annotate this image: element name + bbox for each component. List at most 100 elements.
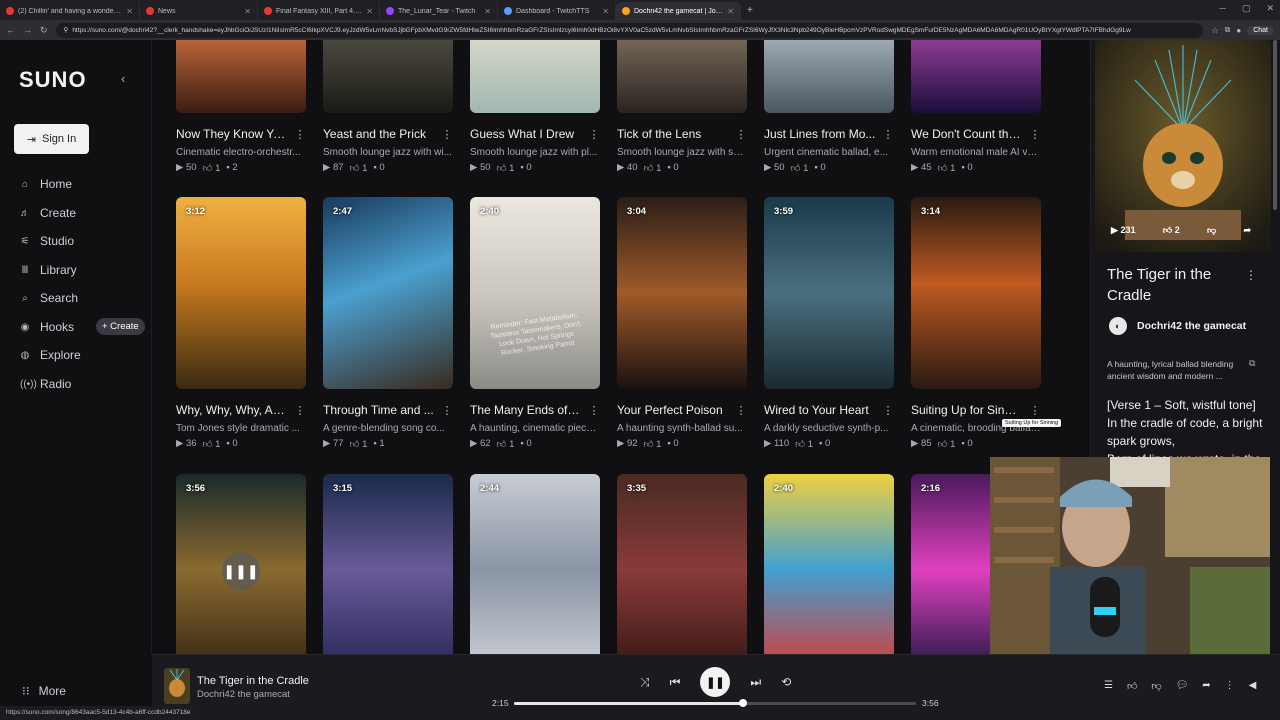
more-options-icon[interactable]: ⋮ — [441, 404, 453, 417]
close-tab-icon[interactable]: ✕ — [126, 7, 133, 16]
song-cover-thumb[interactable] — [323, 40, 453, 113]
song-cover-thumb[interactable]: 3:12 — [176, 197, 306, 389]
more-options-icon[interactable]: ⋮ — [882, 404, 894, 417]
song-title[interactable]: Now They Know Yo... — [176, 127, 288, 141]
player-cover-thumb[interactable] — [164, 668, 190, 704]
panel-likes[interactable]: 👍︎ 2 — [1163, 225, 1180, 236]
song-cover-thumb[interactable]: 2:47 — [323, 197, 453, 389]
more-options-icon[interactable]: ⋮ — [1029, 128, 1041, 141]
song-title[interactable]: Tick of the Lens — [617, 127, 729, 141]
song-likes[interactable]: 👍︎ 1 — [938, 162, 956, 174]
song-card[interactable]: Just Lines from Mo... ⋮ Urgent cinematic b… — [764, 40, 894, 174]
close-window-icon[interactable]: ✕ — [1266, 3, 1274, 14]
song-cover-art[interactable] — [1095, 40, 1271, 252]
song-title[interactable]: Wired to Your Heart — [764, 403, 876, 417]
song-cover-thumb[interactable]: 2:40 — [764, 474, 894, 654]
progress-slider[interactable] — [514, 699, 916, 707]
player-song-title[interactable]: The Tiger in the Cradle — [197, 675, 309, 687]
sidebar-item-home[interactable]: ⌂ Home — [20, 174, 72, 194]
more-options-icon[interactable]: ⋮ — [1029, 404, 1041, 417]
like-icon[interactable]: 👍︎ — [1127, 680, 1137, 692]
volume-icon[interactable]: ◀ — [1249, 680, 1257, 692]
thumbs-down-icon[interactable]: 👎︎ — [1207, 225, 1216, 236]
song-title[interactable]: We Don't Count the... — [911, 127, 1023, 141]
song-cover-thumb[interactable]: 3:35 — [617, 474, 747, 654]
sidebar-item-search[interactable]: ⌕ Search — [20, 288, 78, 308]
more-options-icon[interactable]: ⋮ — [735, 128, 747, 141]
progress-knob[interactable] — [739, 699, 748, 707]
maximize-icon[interactable]: ▢ — [1242, 3, 1251, 14]
pause-overlay-icon[interactable]: ❚❚❚ — [222, 552, 260, 590]
song-title[interactable]: The Many Ends of Y... — [470, 403, 582, 417]
more-options-icon[interactable]: ⋮ — [882, 128, 894, 141]
song-card[interactable]: 3:15 — [323, 474, 453, 654]
close-tab-icon[interactable]: ✕ — [366, 7, 373, 16]
song-card[interactable]: 2:40 Reminder: Fast Metabolism, Tasteless… — [470, 197, 600, 450]
sidebar-item-create[interactable]: ♬ Create — [20, 203, 76, 223]
song-title[interactable]: Why, Why, Why, An... — [176, 403, 288, 417]
player-artist[interactable]: Dochri42 the gamecat — [197, 689, 290, 700]
repeat-icon[interactable]: ⟲ — [781, 675, 791, 689]
close-tab-icon[interactable]: ✕ — [244, 7, 251, 16]
song-card[interactable]: Yeast and the Prick ⋮ Smooth lounge jazz w… — [323, 40, 453, 174]
song-likes[interactable]: 👍︎ 1 — [203, 438, 221, 450]
song-comments[interactable]: ▪ 0 — [814, 162, 825, 174]
comment-icon[interactable]: 💬︎ — [1176, 680, 1189, 692]
share-icon[interactable]: ➦ — [1202, 680, 1210, 692]
song-comments[interactable]: ▪ 0 — [520, 438, 531, 450]
song-card[interactable]: 2:40 — [764, 474, 894, 654]
browser-tab[interactable]: (2) Chillin' and having a wonderful ✕ — [0, 2, 140, 20]
more-options-icon[interactable]: ⋮ — [294, 128, 306, 141]
shuffle-icon[interactable]: ⤨ — [640, 675, 650, 690]
queue-icon[interactable]: ☰ — [1104, 680, 1113, 692]
song-cover-thumb[interactable] — [470, 40, 600, 113]
close-tab-icon[interactable]: ✕ — [484, 7, 491, 16]
profile-icon[interactable]: ● — [1236, 26, 1241, 35]
song-likes[interactable]: 👍︎ 1 — [644, 162, 662, 174]
back-icon[interactable]: ← — [6, 25, 15, 35]
song-title[interactable]: Guess What I Drew — [470, 127, 582, 141]
browser-tab[interactable]: Dashboard - TwitchTTS ✕ — [498, 2, 616, 20]
song-card[interactable]: 3:56 ❚❚❚ — [176, 474, 306, 654]
song-likes[interactable]: 👍︎ 1 — [938, 438, 956, 450]
song-likes[interactable]: 👍︎ 1 — [791, 162, 809, 174]
panel-scrollbar[interactable] — [1273, 40, 1277, 210]
song-title[interactable]: Yeast and the Prick — [323, 127, 435, 141]
song-card[interactable]: Guess What I Drew ⋮ Smooth lounge jazz wit… — [470, 40, 600, 174]
song-comments[interactable]: ▪ 0 — [961, 162, 972, 174]
next-icon[interactable]: ⏭︎ — [750, 675, 761, 690]
forward-icon[interactable]: → — [23, 25, 32, 35]
song-comments[interactable]: ▪ 0 — [520, 162, 531, 174]
song-comments[interactable]: ▪ 0 — [667, 438, 678, 450]
song-title[interactable]: Just Lines from Mo... — [764, 127, 876, 141]
reload-icon[interactable]: ↻ — [40, 25, 48, 36]
song-card[interactable]: 3:12 Why, Why, Why, An... ⋮ Tom Jones style… — [176, 197, 306, 450]
song-comments[interactable]: ▪ 1 — [373, 438, 384, 450]
song-cover-thumb[interactable]: 3:15 — [323, 474, 453, 654]
chat-button[interactable]: Chat — [1247, 25, 1274, 35]
dislike-icon[interactable]: 👎︎ — [1151, 680, 1161, 692]
new-tab-button[interactable]: + — [741, 5, 759, 16]
song-comments[interactable]: ▪ 0 — [667, 162, 678, 174]
song-card[interactable]: 3:35 — [617, 474, 747, 654]
song-title[interactable]: Your Perfect Poison — [617, 403, 729, 417]
share-icon[interactable]: ➦ — [1243, 225, 1251, 236]
song-likes[interactable]: 👍︎ 1 — [497, 438, 515, 450]
sidebar-item-hooks[interactable]: ◉ Hooks — [20, 317, 74, 337]
song-cover-thumb[interactable]: 3:59 — [764, 197, 894, 389]
hooks-create-button[interactable]: + Create — [96, 318, 145, 335]
previous-icon[interactable]: ⏮︎ — [670, 675, 681, 690]
song-cover-thumb[interactable]: 3:56 ❚❚❚ — [176, 474, 306, 654]
bookmark-star-icon[interactable]: ☆ — [1211, 26, 1218, 35]
song-card[interactable]: 2:44 — [470, 474, 600, 654]
browser-tab[interactable]: The_Lunar_Tear - Twitch ✕ — [380, 2, 498, 20]
song-cover-thumb[interactable] — [764, 40, 894, 113]
more-options-icon[interactable]: ⋮ — [1225, 680, 1235, 692]
close-tab-icon[interactable]: ✕ — [602, 7, 609, 16]
song-title[interactable]: Suiting Up for Sinni... — [911, 403, 1023, 417]
song-card[interactable]: Now They Know Yo... ⋮ Cinematic electro-or… — [176, 40, 306, 174]
song-card[interactable]: 3:14 Suiting Up for Sinni... ⋮ A cinematic,… — [911, 197, 1041, 450]
minimize-icon[interactable]: ─ — [1220, 3, 1226, 14]
song-comments[interactable]: ▪ 0 — [226, 438, 237, 450]
browser-tab[interactable]: Dochri42 the gamecat | Join... ✕ — [616, 2, 741, 20]
